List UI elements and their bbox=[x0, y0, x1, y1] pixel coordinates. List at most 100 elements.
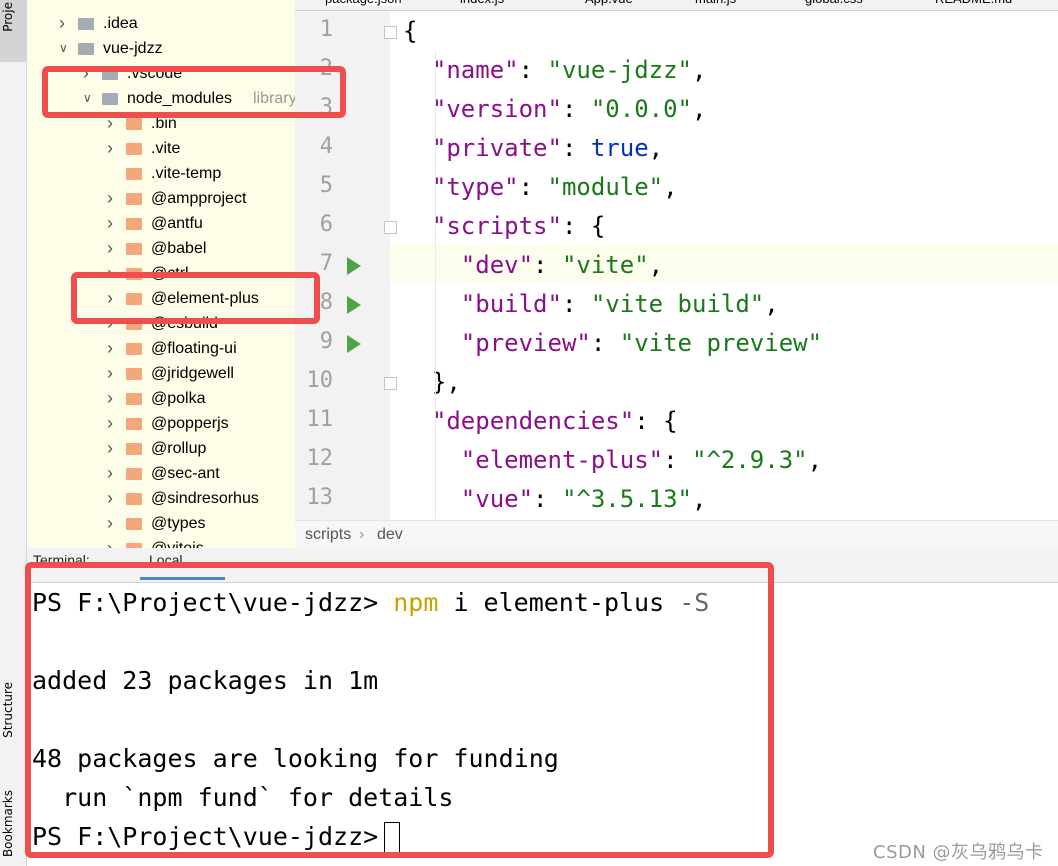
chevron-right-icon[interactable]: › bbox=[107, 211, 113, 236]
tree-item[interactable]: › @jridgewell bbox=[27, 361, 295, 386]
tree-item-label: @jridgewell bbox=[151, 365, 234, 382]
watermark: CSDN @灰乌鸦乌卡 bbox=[873, 842, 1044, 863]
tree-item-label: @sec-ant bbox=[151, 465, 220, 482]
editor-tab[interactable]: README.md bbox=[935, 0, 1012, 6]
chevron-right-icon[interactable]: › bbox=[107, 136, 113, 161]
tree-item-label: .vite-temp bbox=[151, 165, 222, 182]
tree-item-label: vue-jdzz bbox=[103, 40, 163, 57]
chevron-right-icon[interactable]: › bbox=[107, 386, 113, 411]
bookmarks-tab-label[interactable]: Bookmarks bbox=[1, 790, 15, 857]
fold-marker-icon[interactable] bbox=[384, 377, 397, 390]
folder-icon bbox=[126, 218, 142, 230]
folder-icon bbox=[126, 168, 142, 180]
chevron-right-icon[interactable]: › bbox=[107, 511, 113, 536]
tree-item[interactable]: › @sec-ant bbox=[27, 461, 295, 486]
fold-marker-icon[interactable] bbox=[384, 26, 397, 39]
tree-item[interactable]: ∨ vue-jdzz bbox=[27, 36, 295, 61]
editor-tab[interactable]: index.js bbox=[460, 0, 504, 6]
chevron-down-icon[interactable]: ∨ bbox=[59, 36, 68, 61]
tree-item-label: @sindresorhus bbox=[151, 490, 259, 507]
tree-item-label: .idea bbox=[103, 15, 138, 32]
code-line: "scripts": { bbox=[431, 212, 606, 240]
editor-tab[interactable]: App.vue bbox=[585, 0, 633, 6]
code-line: "element-plus": "^2.9.3", bbox=[460, 446, 823, 474]
chevron-right-icon[interactable]: › bbox=[107, 236, 113, 261]
breadcrumb-separator: › bbox=[359, 526, 365, 543]
breadcrumb-item-dev[interactable]: dev bbox=[377, 521, 403, 549]
tree-item[interactable]: › @polka bbox=[27, 386, 295, 411]
tree-item[interactable]: › @floating-ui bbox=[27, 336, 295, 361]
chevron-right-icon[interactable]: › bbox=[107, 486, 113, 511]
folder-icon bbox=[126, 393, 142, 405]
line-number: 13 bbox=[306, 485, 334, 510]
code-line: "vue": "^3.5.13", bbox=[460, 485, 707, 513]
tree-item-label: @polka bbox=[151, 390, 206, 407]
tree-item-label: @antfu bbox=[151, 215, 203, 232]
line-number: 4 bbox=[319, 134, 333, 159]
run-script-icon[interactable] bbox=[347, 257, 361, 275]
run-script-icon[interactable] bbox=[347, 335, 361, 353]
chevron-right-icon[interactable]: › bbox=[107, 461, 113, 486]
folder-icon bbox=[126, 493, 142, 505]
code-line: "preview": "vite preview" bbox=[460, 329, 823, 357]
line-number: 1 bbox=[319, 17, 333, 42]
highlight-box-node-modules bbox=[42, 66, 346, 118]
chevron-right-icon[interactable]: › bbox=[107, 411, 113, 436]
line-number: 9 bbox=[319, 329, 333, 354]
tree-item[interactable]: › @sindresorhus bbox=[27, 486, 295, 511]
tree-item-label: @popperjs bbox=[151, 415, 229, 432]
line-number: 11 bbox=[306, 407, 334, 432]
chevron-right-icon[interactable]: › bbox=[59, 11, 65, 36]
tree-item-label: .vite bbox=[151, 140, 181, 157]
tree-item-label: @babel bbox=[151, 240, 207, 257]
folder-icon bbox=[126, 143, 142, 155]
tree-item-label: @ampproject bbox=[151, 190, 247, 207]
project-tool-tab[interactable]: Proje bbox=[0, 0, 26, 62]
code-line: "dependencies": { bbox=[431, 407, 678, 435]
code-line: "name": "vue-jdzz", bbox=[431, 56, 707, 84]
tree-item[interactable]: › .vite bbox=[27, 136, 295, 161]
line-number: 12 bbox=[306, 446, 334, 471]
highlight-box-element-plus bbox=[71, 272, 320, 324]
tree-item[interactable]: › @types bbox=[27, 511, 295, 536]
line-number: 5 bbox=[319, 173, 333, 198]
folder-icon bbox=[126, 468, 142, 480]
indent-guide bbox=[435, 51, 436, 519]
tree-item[interactable]: › @vitejs bbox=[27, 536, 295, 548]
tool-window-strip: Proje Structure Bookmarks bbox=[0, 0, 27, 866]
tree-item-label: @types bbox=[151, 515, 206, 532]
code-line: "type": "module", bbox=[431, 173, 678, 201]
structure-tab-label[interactable]: Structure bbox=[1, 682, 15, 738]
folder-icon bbox=[126, 443, 142, 455]
code-line: "build": "vite build", bbox=[460, 290, 779, 318]
breadcrumb-item-scripts[interactable]: scripts bbox=[305, 521, 351, 549]
tree-item[interactable]: › @popperjs bbox=[27, 411, 295, 436]
tree-item[interactable]: › @ampproject bbox=[27, 186, 295, 211]
editor-tab[interactable]: global.css bbox=[805, 0, 863, 6]
editor-tab[interactable]: package.json bbox=[325, 0, 402, 6]
editor-tab[interactable]: main.js bbox=[695, 0, 736, 6]
chevron-right-icon[interactable]: › bbox=[107, 361, 113, 386]
code-line: "dev": "vite", bbox=[460, 251, 664, 279]
chevron-right-icon[interactable]: › bbox=[107, 336, 113, 361]
tree-item[interactable]: .vite-temp bbox=[27, 161, 295, 186]
tree-item-label: @vitejs bbox=[151, 536, 204, 548]
tree-item[interactable]: › @antfu bbox=[27, 211, 295, 236]
chevron-right-icon[interactable]: › bbox=[107, 536, 113, 548]
tree-item[interactable]: › @babel bbox=[27, 236, 295, 261]
folder-icon bbox=[126, 343, 142, 355]
run-script-icon[interactable] bbox=[347, 296, 361, 314]
code-editor[interactable]: 1 2 3 4 5 6 7 8 9 10 11 12 13 { "name": "vue-jdzz", … bbox=[295, 11, 1058, 520]
fold-marker-icon[interactable] bbox=[384, 221, 397, 234]
folder-icon bbox=[126, 418, 142, 430]
code-line: "private": true, bbox=[431, 134, 664, 162]
folder-icon bbox=[126, 193, 142, 205]
tree-item[interactable]: › @rollup bbox=[27, 436, 295, 461]
tree-item[interactable]: › .idea bbox=[27, 11, 295, 36]
line-number: 6 bbox=[319, 212, 333, 237]
folder-icon bbox=[78, 18, 94, 30]
chevron-right-icon[interactable]: › bbox=[107, 436, 113, 461]
chevron-right-icon[interactable]: › bbox=[107, 186, 113, 211]
folder-icon bbox=[78, 43, 94, 55]
project-tab-label: Proje bbox=[1, 2, 15, 32]
